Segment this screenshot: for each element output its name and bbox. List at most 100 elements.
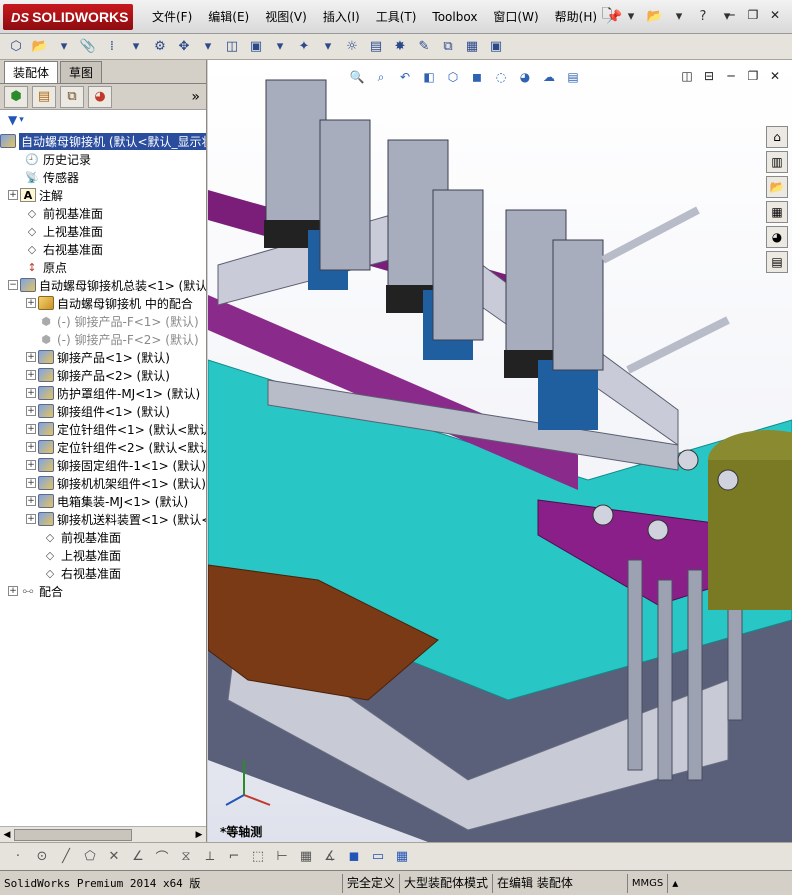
tree-item-component[interactable]: + 铆接机送料装置<1> (默认< [0,510,206,528]
tree-item-component[interactable]: + 铆接机机架组件<1> (默认) [0,474,206,492]
menu-insert[interactable]: 插入(I) [315,0,368,34]
file-explorer-icon[interactable]: 📂 [766,176,788,198]
view-palette-icon[interactable]: ▦ [766,201,788,223]
circle-icon[interactable]: ⊙ [32,847,52,867]
polygon-icon[interactable]: ⬠ [80,847,100,867]
menu-toolbox[interactable]: Toolbox [424,0,485,34]
table-icon[interactable]: ▦ [392,847,412,867]
dimension-icon[interactable]: ⊢ [272,847,292,867]
tab-sketch[interactable]: 草图 [60,61,103,83]
mate-icon[interactable]: 📎 [78,37,98,57]
unit-system[interactable]: MMGS [626,873,667,893]
tab-assembly[interactable]: 装配体 [4,61,59,83]
dropdown-arrow-icon[interactable]: ▾ [622,7,640,25]
expand-icon[interactable]: + [26,388,36,398]
configuration-manager-icon[interactable]: ⧉ [60,85,84,108]
view-icon[interactable]: ▭ [368,847,388,867]
menu-window[interactable]: 窗口(W) [485,0,546,34]
dashed-box-icon[interactable]: ⬚ [248,847,268,867]
point-icon[interactable]: · [8,847,28,867]
line-icon[interactable]: ╱ [56,847,76,867]
scene-icon[interactable]: ☁ [540,68,558,86]
close-icon[interactable]: ✕ [768,8,782,22]
tree-item-sub-right-plane[interactable]: ◇ 右视基准面 [0,564,206,582]
scroll-left-icon[interactable]: ◀ [1,829,13,841]
tree-item-sub-front-plane[interactable]: ◇ 前视基准面 [0,528,206,546]
offset-icon[interactable]: ⟂ [200,847,220,867]
section-view-icon[interactable]: ◧ [420,68,438,86]
more-tabs-icon[interactable]: » [191,89,200,105]
instant3d-icon[interactable]: ▦ [462,37,482,57]
open-folder-icon[interactable]: 📂 [646,7,664,25]
scroll-right-icon[interactable]: ▶ [193,829,205,841]
tree-item-suppressed-part-1[interactable]: ⬢ (-) 铆接产品-F<1> (默认) [0,312,206,330]
dropdown-arrow-icon[interactable]: ▾ [54,37,74,57]
expand-icon[interactable]: + [26,370,36,380]
zoom-to-fit-icon[interactable]: 🔍 [348,68,366,86]
insert-component-icon[interactable]: 📂 [30,37,50,57]
tree-item-component[interactable]: + 铆接产品<2> (默认) [0,366,206,384]
expand-icon[interactable]: + [26,424,36,434]
scrollbar-thumb[interactable] [14,829,132,841]
tree-item-mates-in[interactable]: + 自动螺母铆接机 中的配合 [0,294,206,312]
expand-icon[interactable]: + [26,442,36,452]
interference-detection-icon[interactable]: ⧉ [438,37,458,57]
tree-item-component[interactable]: + 电箱集装-MJ<1> (默认) [0,492,206,510]
close-icon[interactable]: ✕ [768,69,782,83]
filter-icon[interactable]: ▼ [8,113,17,127]
linear-pattern-icon[interactable]: ⁞ [102,37,122,57]
collapse-icon[interactable]: − [8,280,18,290]
tree-item-annotations[interactable]: + A 注解 [0,186,206,204]
new-motion-study-icon[interactable]: ☼ [342,37,362,57]
expand-icon[interactable]: + [8,586,18,596]
tree-item-component[interactable]: + 定位针组件<2> (默认<默认 [0,438,206,456]
help-icon[interactable]: ? [694,7,712,25]
tree-item-component[interactable]: + 铆接产品<1> (默认) [0,348,206,366]
exploded-view-icon[interactable]: ✸ [390,37,410,57]
dropdown-arrow-icon[interactable]: ▾ [318,37,338,57]
menu-edit[interactable]: 编辑(E) [200,0,257,34]
tree-item-front-plane[interactable]: ◇ 前视基准面 [0,204,206,222]
feature-manager-icon[interactable]: ⬢ [4,85,28,108]
show-hidden-icon[interactable]: ◫ [222,37,242,57]
design-library-icon[interactable]: ▥ [766,151,788,173]
appearance-icon[interactable]: ◕ [516,68,534,86]
graphics-area[interactable]: 🔍 ⌕ ↶ ◧ ⬡ ◼ ◌ ◕ ☁ ▤ ◫ ⊟ ─ ❐ ✕ ⌂ ▥ 📂 ▦ ◕ … [208,60,792,842]
menu-help[interactable]: 帮助(H) [547,0,605,34]
tree-item-right-plane[interactable]: ◇ 右视基准面 [0,240,206,258]
dropdown-arrow-icon[interactable]: ▾ [198,37,218,57]
corner-icon[interactable]: ⌐ [224,847,244,867]
expand-icon[interactable]: + [8,190,18,200]
large-assembly-icon[interactable]: ▣ [486,37,506,57]
minimize-icon[interactable]: ─ [724,8,738,22]
custom-properties-icon[interactable]: ▤ [766,251,788,273]
view-settings-icon[interactable]: ▤ [564,68,582,86]
reference-geometry-icon[interactable]: ✦ [294,37,314,57]
unit-dropdown-icon[interactable]: ▴ [667,873,682,893]
tree-item-suppressed-part-2[interactable]: ⬢ (-) 铆接产品-F<2> (默认) [0,330,206,348]
dropdown-arrow-icon[interactable]: ▾ [126,37,146,57]
menu-view[interactable]: 视图(V) [257,0,315,34]
expand-icon[interactable]: + [26,460,36,470]
assembly-features-icon[interactable]: ▣ [246,37,266,57]
expand-icon[interactable]: + [26,298,36,308]
tree-horizontal-scrollbar[interactable]: ◀ ▶ [0,826,206,842]
tree-item-mates[interactable]: + ⧟ 配合 [0,582,206,600]
sketch-fillet-icon[interactable]: ⌒ [152,847,172,867]
zoom-area-icon[interactable]: ⌕ [372,68,390,86]
angle-icon[interactable]: ∠ [128,847,148,867]
tree-item-root-assembly[interactable]: 自动螺母铆接机 (默认<默认_显示状态 [0,132,206,150]
filter-dropdown-icon[interactable]: ▾ [19,115,24,125]
tree-item-sub-top-plane[interactable]: ◇ 上视基准面 [0,546,206,564]
expand-icon[interactable]: + [26,496,36,506]
appearances-icon[interactable]: ◕ [766,226,788,248]
previous-view-icon[interactable]: ↶ [396,68,414,86]
display-manager-icon[interactable]: ◕ [88,85,112,108]
tree-item-history[interactable]: 🕘 历史记录 [0,150,206,168]
menu-tools[interactable]: 工具(T) [368,0,425,34]
smart-fasteners-icon[interactable]: ⚙ [150,37,170,57]
tree-item-main-assembly[interactable]: − 自动螺母铆接机总装<1> (默认< [0,276,206,294]
display-style-icon[interactable]: ◼ [468,68,486,86]
minimize-icon[interactable]: ─ [724,69,738,83]
bill-of-materials-icon[interactable]: ▤ [366,37,386,57]
